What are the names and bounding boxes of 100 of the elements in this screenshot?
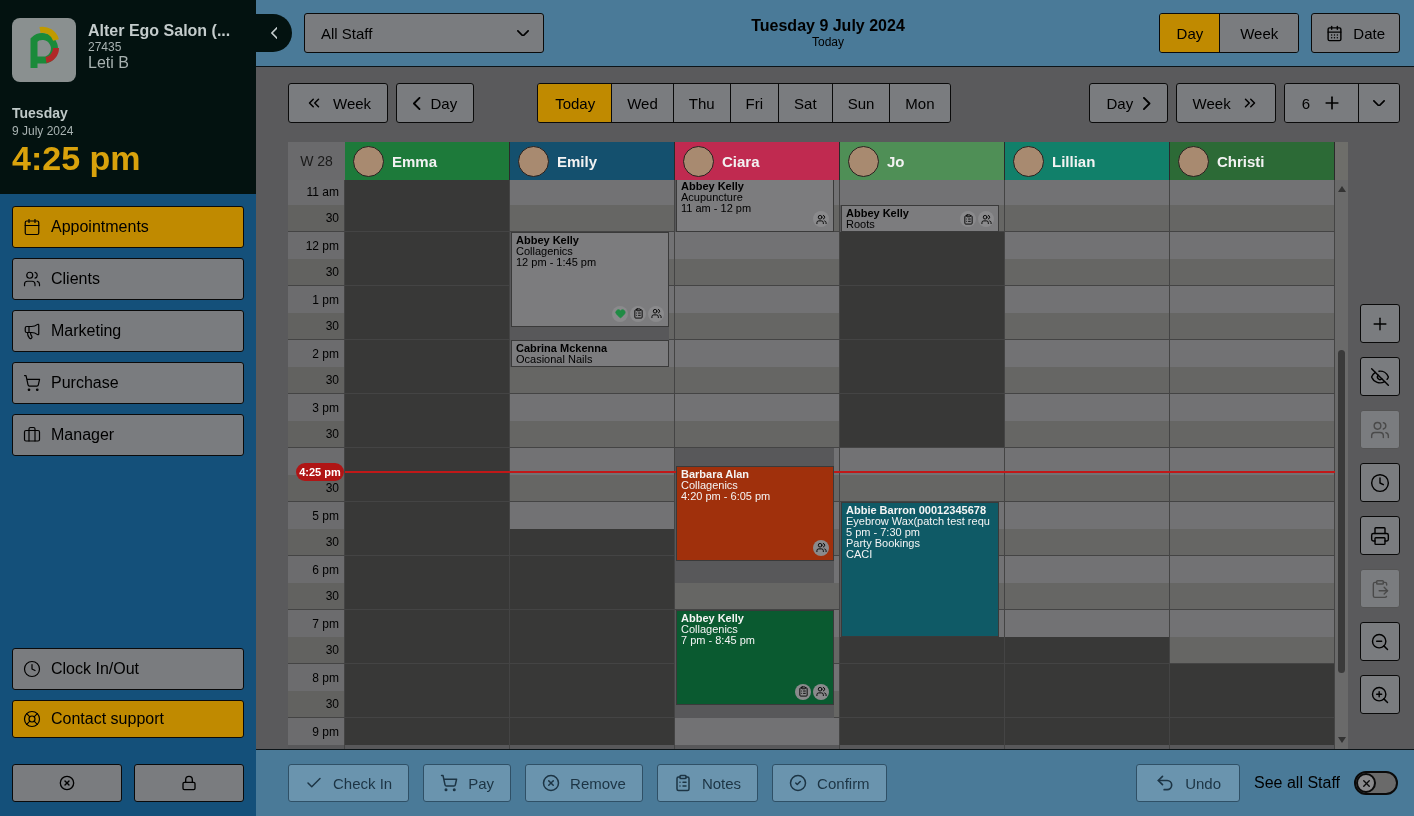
calendar-slot[interactable]	[675, 232, 839, 259]
staff-header[interactable]: Emma	[345, 142, 510, 180]
calendar-slot[interactable]	[345, 691, 509, 718]
calendar-slot[interactable]	[834, 180, 839, 205]
calendar-slot[interactable]	[834, 205, 839, 232]
calendar-slot[interactable]	[675, 367, 839, 394]
calendar-slot[interactable]	[999, 583, 1004, 610]
day-tab[interactable]: Sun	[831, 84, 890, 122]
scrollbar[interactable]	[1335, 180, 1348, 749]
calendar-slot[interactable]	[999, 502, 1004, 529]
calendar-slot[interactable]	[345, 421, 509, 448]
staff-filter-dropdown[interactable]: All Staff	[304, 13, 544, 53]
calendar-slot[interactable]	[1170, 180, 1334, 205]
calendar-slot[interactable]	[675, 421, 839, 448]
calendar-slot[interactable]	[1005, 180, 1169, 205]
calendar-slot[interactable]	[510, 529, 674, 556]
calendar-slot[interactable]	[510, 394, 674, 421]
close-button[interactable]	[12, 764, 122, 802]
calendar-slot[interactable]	[840, 664, 1004, 691]
calendar-slot[interactable]	[510, 664, 674, 691]
calendar-slot[interactable]	[675, 286, 839, 313]
calendar-slot[interactable]	[834, 664, 839, 691]
nav-item[interactable]: Marketing	[12, 310, 244, 352]
calendar-slot[interactable]	[1005, 448, 1169, 475]
calendar-slot[interactable]	[1005, 205, 1169, 232]
print-button[interactable]	[1360, 516, 1400, 555]
calendar-slot[interactable]	[510, 610, 674, 637]
calendar-slot[interactable]	[345, 313, 509, 340]
calendar-slot[interactable]	[1005, 529, 1169, 556]
calendar-slot[interactable]	[345, 502, 509, 529]
date-button[interactable]: Date	[1311, 13, 1400, 53]
contact-support-button[interactable]: Contact support	[12, 700, 244, 738]
staff-header[interactable]: Lillian	[1005, 142, 1170, 180]
next-day-button[interactable]: Day	[1089, 83, 1168, 123]
calendar-slot[interactable]	[1005, 502, 1169, 529]
calendar-slot[interactable]	[510, 448, 674, 475]
calendar-slot[interactable]	[1170, 313, 1334, 340]
calendar-slot[interactable]	[675, 259, 839, 286]
calendar-slot[interactable]	[840, 637, 1004, 664]
nav-item[interactable]: Clients	[12, 258, 244, 300]
calendar-slot[interactable]	[345, 448, 509, 475]
calendar-slot[interactable]	[1005, 583, 1169, 610]
calendar-slot[interactable]	[345, 637, 509, 664]
calendar-slot[interactable]	[510, 421, 674, 448]
calendar-slot[interactable]	[510, 718, 674, 745]
calendar-slot[interactable]	[1005, 421, 1169, 448]
calendar-slot[interactable]	[999, 529, 1004, 556]
calendar-slot[interactable]	[345, 340, 509, 367]
zoom-out-button[interactable]	[1360, 622, 1400, 661]
calendar-slot[interactable]	[1170, 259, 1334, 286]
calendar-slot[interactable]	[1005, 232, 1169, 259]
nav-item[interactable]: Appointments	[12, 206, 244, 248]
calendar-slot[interactable]	[345, 556, 509, 583]
calendar-slot[interactable]	[669, 313, 674, 340]
view-tab[interactable]: Day	[1159, 14, 1220, 52]
appointment-card[interactable]: Barbara Alan Collagenics 4:20 pm - 6:05 pm	[676, 466, 834, 561]
collapse-sidebar-button[interactable]	[256, 14, 292, 52]
calendar-slot[interactable]	[834, 691, 839, 718]
calendar-slot[interactable]	[840, 448, 1004, 475]
day-tab[interactable]: Today	[538, 84, 612, 122]
calendar-slot[interactable]	[669, 232, 674, 259]
calendar-slot[interactable]	[840, 259, 1004, 286]
calendar-slot[interactable]	[1005, 718, 1169, 745]
previous-week-button[interactable]: Week	[288, 83, 389, 123]
calendar-slot[interactable]	[840, 180, 1004, 205]
calendar-slot[interactable]	[840, 691, 1004, 718]
calendar-slot[interactable]	[840, 394, 1004, 421]
calendar-slot[interactable]	[840, 232, 1004, 259]
calendar-slot[interactable]	[1170, 556, 1334, 583]
day-tab[interactable]: Fri	[729, 84, 779, 122]
clock-button[interactable]	[1360, 463, 1400, 502]
calendar-slot[interactable]	[1170, 529, 1334, 556]
calendar-slot[interactable]	[834, 529, 839, 556]
staff-header[interactable]: Emily	[510, 142, 675, 180]
calendar-slot[interactable]	[345, 367, 509, 394]
day-tab[interactable]: Thu	[672, 84, 730, 122]
day-tab[interactable]: Wed	[611, 84, 673, 122]
calendar-slot[interactable]	[999, 556, 1004, 583]
nav-item[interactable]: Manager	[12, 414, 244, 456]
calendar-slot[interactable]	[510, 475, 674, 502]
calendar-slot[interactable]	[345, 718, 509, 745]
calendar-slot[interactable]	[345, 529, 509, 556]
calendar-slot[interactable]	[510, 637, 674, 664]
calendar-slot[interactable]	[669, 340, 674, 367]
calendar-slot[interactable]	[1170, 583, 1334, 610]
appointment-card[interactable]: Cabrina Mckenna Ocasional Nails	[511, 340, 669, 367]
calendar-slot[interactable]	[840, 718, 1004, 745]
calendar-slot[interactable]	[1005, 664, 1169, 691]
calendar-slot[interactable]	[1005, 313, 1169, 340]
calendar-slot[interactable]	[840, 286, 1004, 313]
calendar-slot[interactable]	[840, 313, 1004, 340]
calendar-slot[interactable]	[1170, 340, 1334, 367]
calendar-slot[interactable]	[669, 259, 674, 286]
next-week-button[interactable]: Week	[1175, 83, 1276, 123]
calendar-slot[interactable]	[1170, 718, 1334, 745]
calendar-slot[interactable]	[345, 610, 509, 637]
calendar-slot[interactable]	[1170, 232, 1334, 259]
staff-header[interactable]: Jo	[840, 142, 1005, 180]
calendar-slot[interactable]	[1170, 502, 1334, 529]
day-tab[interactable]: Sat	[778, 84, 832, 122]
